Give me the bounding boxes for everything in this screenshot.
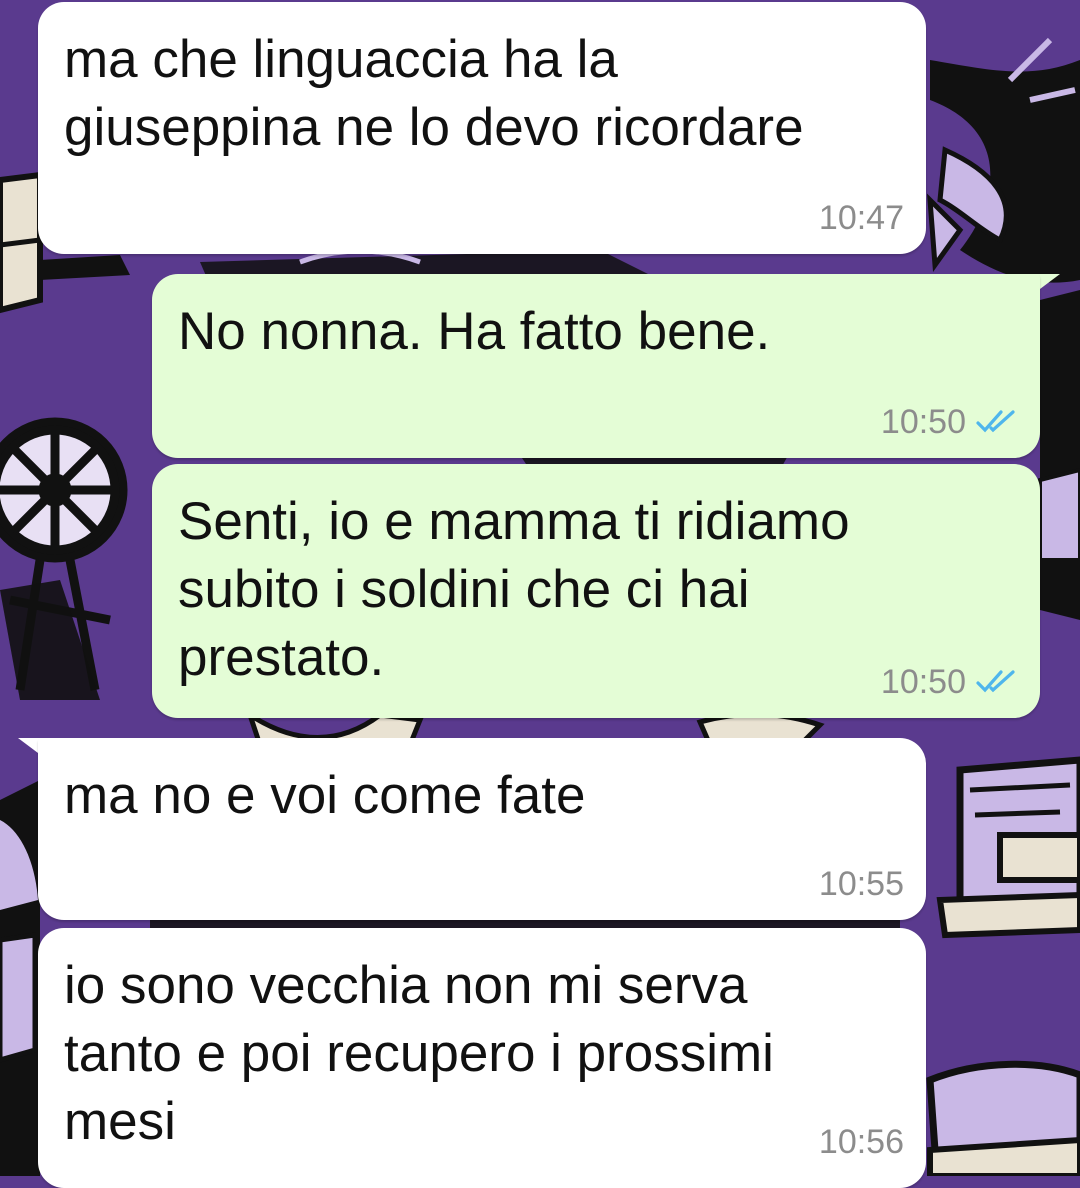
message-bubble-incoming[interactable]: io sono vecchia non mi serva tanto e poi… — [38, 928, 926, 1188]
message-time: 10:50 — [880, 663, 966, 701]
stove-illustration — [936, 756, 1080, 939]
message-time: 10:56 — [818, 1123, 904, 1161]
message-meta: 10:56 — [819, 1122, 904, 1162]
message-meta: 10:47 — [819, 198, 904, 238]
message-text: ma no e voi come fate — [64, 766, 586, 825]
hat-illustration — [926, 1060, 1080, 1176]
message-bubble-incoming[interactable]: ma no e voi come fate 10:55 — [38, 738, 926, 920]
message-bubble-outgoing[interactable]: No nonna. Ha fatto bene. 10:50 — [152, 274, 1040, 458]
message-text: No nonna. Ha fatto bene. — [178, 302, 771, 361]
double-check-icon — [976, 670, 1015, 693]
message-meta: 10:50 — [881, 402, 1018, 442]
message-bubble-incoming[interactable]: ma che linguaccia ha la giuseppina ne lo… — [38, 2, 926, 254]
message-time: 10:55 — [818, 865, 904, 903]
message-time: 10:47 — [818, 199, 904, 237]
message-meta: 10:50 — [881, 662, 1018, 702]
message-text: io sono vecchia non mi serva tanto e poi… — [64, 956, 774, 1151]
double-check-icon — [976, 410, 1015, 433]
message-meta: 10:55 — [819, 864, 904, 904]
message-text: ma che linguaccia ha la giuseppina ne lo… — [64, 30, 804, 157]
message-time: 10:50 — [880, 403, 966, 441]
message-bubble-outgoing[interactable]: Senti, io e mamma ti ridiamo subito i so… — [152, 464, 1040, 718]
